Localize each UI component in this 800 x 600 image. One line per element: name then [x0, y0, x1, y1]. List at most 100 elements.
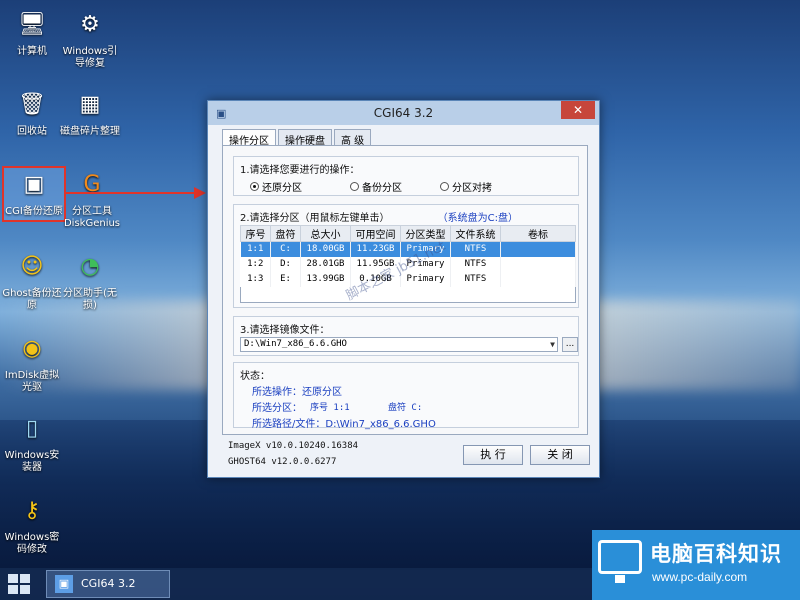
column-header: 总大小 [300, 225, 351, 242]
desktop-icon-label: 回收站 [17, 126, 47, 137]
cell [500, 241, 576, 257]
desktop-icon-label: Windows引导修复 [62, 46, 118, 69]
taskbar-item-cgi[interactable]: ▣ CGI64 3.2 [46, 570, 170, 598]
title-bar[interactable]: ▣ CGI64 3.2 ✕ [208, 101, 599, 125]
cell: NTFS [450, 241, 501, 257]
desktop-icon-ghost[interactable]: ☺ Ghost备份还原 [0, 250, 64, 312]
status-label: 状态： [240, 371, 270, 382]
partition-label: 2.请选择分区（用鼠标左键单击） [240, 213, 390, 224]
cgi-window: ▣ CGI64 3.2 ✕ 操作分区 操作硬盘 高 级 1.请选择您要进行的操作… [207, 100, 600, 478]
brand-logo: 电脑百科知识 www.pc-daily.com [592, 530, 800, 600]
desktop-icon-recycle-bin[interactable]: 🗑 回收站 [0, 88, 64, 138]
desktop-icon-partition-assistant[interactable]: ◔ 分区助手(无损) [58, 250, 122, 312]
cell: 18.00GB [300, 241, 351, 257]
brand-url: www.pc-daily.com [652, 570, 748, 584]
tab-panel: 1.请选择您要进行的操作： 还原分区 备份分区 分区对拷 2.请选择分区（用鼠标… [222, 145, 588, 435]
brand-name: 电脑百科知识 [650, 542, 782, 566]
desktop-icon-installer[interactable]: ▯ Windows安装器 [0, 412, 64, 474]
cell: 28.01GB [300, 256, 351, 272]
image-file-label: 3.请选择镜像文件： [240, 325, 330, 336]
radio-label: 还原分区 [262, 183, 302, 194]
installer-icon: ▯ [25, 416, 39, 441]
windows-start-icon[interactable] [8, 574, 30, 594]
radio-label: 备份分区 [362, 183, 402, 194]
desktop-icon-label: Windows密码修改 [4, 532, 60, 555]
column-header: 文件系统 [450, 225, 501, 242]
radio-copy[interactable]: 分区对拷 [440, 179, 492, 194]
desktop-icon-label: Windows安装器 [4, 450, 60, 473]
desktop-icon-boot-repair[interactable]: ⚙ Windows引导修复 [58, 8, 122, 70]
image-file-group: 3.请选择镜像文件： D:\Win7_x86_6.6.GHO ▼ ... [233, 316, 579, 356]
desktop-icon-label: 分区工具DiskGenius [63, 206, 121, 229]
cell: NTFS [450, 271, 501, 287]
desktop-icon-label: Ghost备份还原 [2, 288, 62, 311]
taskbar-item-label: CGI64 3.2 [81, 577, 136, 590]
partition-assistant-icon: ◔ [80, 254, 100, 279]
status-partition-prefix: 所选分区： [252, 403, 302, 414]
close-icon[interactable]: ✕ [561, 101, 595, 119]
radio-dot [350, 182, 359, 191]
ghost-version: GHOST64 v12.0.0.6277 [228, 457, 337, 467]
computer-icon: 🖥 [18, 12, 46, 37]
recycle-bin-icon: 🗑 [18, 92, 46, 117]
cell: 1:1 [240, 241, 271, 257]
imdisk-icon: ◉ [22, 336, 42, 361]
ghost-icon: ☺ [20, 254, 44, 279]
close-button[interactable]: 关 闭 [530, 445, 590, 465]
column-header: 盘符 [270, 225, 301, 242]
cell: C: [270, 241, 301, 257]
cell: NTFS [450, 256, 501, 272]
image-path-value: D:\Win7_x86_6.6.GHO [244, 339, 347, 349]
cell: E: [270, 271, 301, 287]
column-header: 可用空间 [350, 225, 401, 242]
system-drive-hint: （系统盘为C:盘） [437, 213, 518, 224]
radio-label: 分区对拷 [452, 183, 492, 194]
cell: 1:3 [240, 271, 271, 287]
status-partition-index: 序号 1:1 [310, 403, 350, 413]
execute-button[interactable]: 执 行 [463, 445, 523, 465]
desktop-icon-password[interactable]: ⚷ Windows密码修改 [0, 494, 64, 556]
cgi-icon: ▣ [23, 172, 45, 197]
chevron-down-icon: ▼ [550, 340, 555, 349]
cell: D: [270, 256, 301, 272]
desktop-icon-computer[interactable]: 🖥 计算机 [0, 8, 64, 58]
desktop-icon-imdisk[interactable]: ◉ ImDisk虚拟光驱 [0, 332, 64, 394]
radio-dot [440, 182, 449, 191]
arrow-annotation [66, 187, 206, 199]
radio-restore[interactable]: 还原分区 [250, 179, 302, 194]
desktop-icon-label: 计算机 [17, 46, 47, 57]
desktop-icon-label: CGI备份还原 [5, 206, 63, 217]
imagex-version: ImageX v10.0.10240.16384 [228, 441, 359, 451]
desktop-icon-label: ImDisk虚拟光驱 [4, 370, 60, 393]
column-header: 卷标 [500, 225, 576, 242]
image-path-select[interactable]: D:\Win7_x86_6.6.GHO ▼ [240, 337, 558, 352]
cell [500, 256, 576, 272]
cell: 1:2 [240, 256, 271, 272]
status-partition-drive: 盘符 C: [388, 403, 423, 413]
defrag-icon: ▦ [79, 92, 101, 117]
status-group: 状态： 所选操作：还原分区 所选分区： 序号 1:1 盘符 C: 所选路径/文件… [233, 362, 579, 430]
monitor-icon [598, 540, 642, 583]
desktop-icon-cgi[interactable]: ▣ CGI备份还原 [2, 166, 66, 222]
operation-label: 1.请选择您要进行的操作： [240, 165, 360, 176]
column-header: 分区类型 [400, 225, 451, 242]
operation-group: 1.请选择您要进行的操作： 还原分区 备份分区 分区对拷 [233, 156, 579, 196]
cgi-icon: ▣ [55, 575, 73, 593]
desktop-icon-defrag[interactable]: ▦ 磁盘碎片整理 [58, 88, 122, 138]
radio-backup[interactable]: 备份分区 [350, 179, 402, 194]
gear-icon: ⚙ [80, 12, 100, 37]
cell: 13.99GB [300, 271, 351, 287]
desktop-icon-label: 分区助手(无损) [63, 288, 117, 311]
window-title: CGI64 3.2 [373, 106, 434, 120]
key-icon: ⚷ [23, 498, 41, 523]
status-path: 所选路径/文件：D:\Win7_x86_6.6.GHO [252, 419, 436, 430]
column-header: 序号 [240, 225, 271, 242]
status-operation: 所选操作：还原分区 [252, 387, 342, 398]
radio-dot-checked [250, 182, 259, 191]
cell: Primary [400, 271, 451, 287]
browse-button[interactable]: ... [562, 337, 578, 352]
desktop-icon-label: 磁盘碎片整理 [60, 126, 120, 137]
cell: 11.23GB [350, 241, 401, 257]
cell [500, 271, 576, 287]
table-row[interactable]: 1:3 E: 13.99GB 0.10GB Primary NTFS [240, 271, 576, 287]
